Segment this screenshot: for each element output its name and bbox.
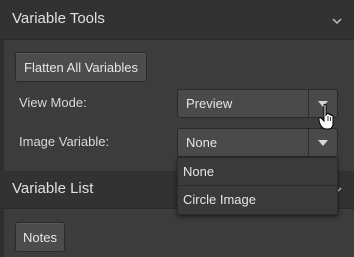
panel-indent-strip (0, 40, 4, 257)
chevron-down-icon[interactable] (330, 16, 344, 26)
variable-tools-header[interactable]: Variable Tools (0, 0, 354, 40)
dropdown-option-none[interactable]: None (178, 158, 337, 186)
view-mode-label: View Mode: (19, 95, 87, 110)
triangle-down-icon (318, 139, 328, 146)
variable-tools-title: Variable Tools (12, 10, 105, 27)
notes-label: Notes (23, 229, 57, 245)
notes-button[interactable]: Notes (15, 222, 65, 252)
view-mode-select[interactable]: Preview (177, 89, 338, 118)
image-variable-dropdown-button[interactable] (308, 129, 337, 156)
flatten-all-variables-label: Flatten All Variables (24, 59, 138, 75)
image-variable-label: Image Variable: (19, 134, 110, 149)
hand-pointer-icon (318, 103, 334, 130)
view-mode-value: Preview (186, 96, 233, 111)
dropdown-option-circle-image[interactable]: Circle Image (178, 186, 337, 214)
image-variable-dropdown-list: None Circle Image (177, 157, 338, 215)
variable-list-title: Variable List (12, 180, 94, 197)
image-variable-select[interactable]: None (177, 128, 338, 157)
image-variable-value: None (186, 135, 218, 150)
flatten-all-variables-button[interactable]: Flatten All Variables (15, 52, 147, 82)
